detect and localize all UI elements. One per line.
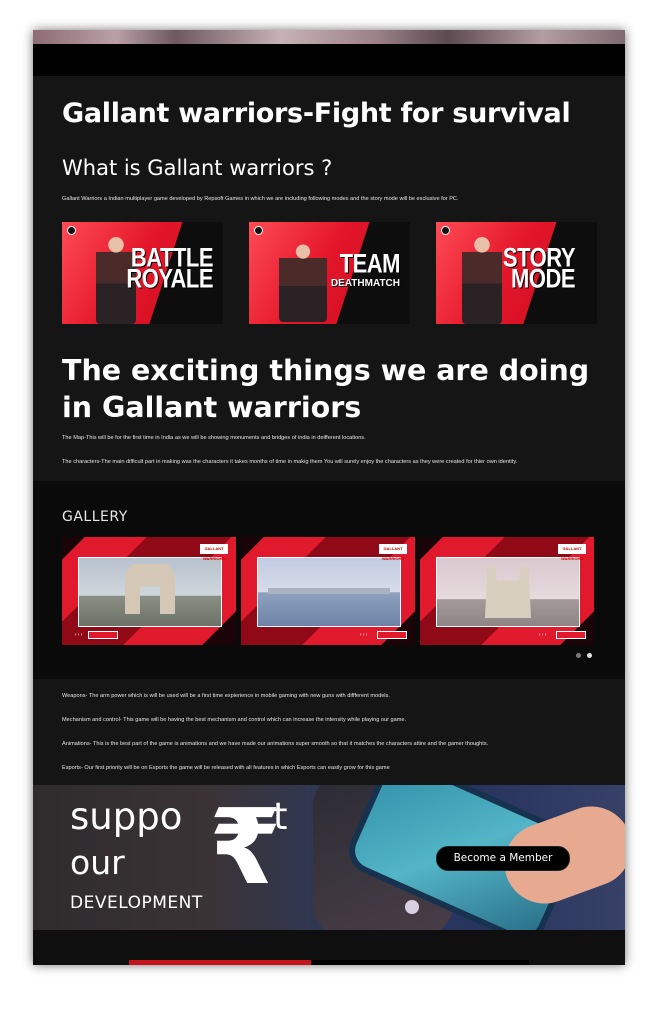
top-banner-image: [33, 30, 625, 44]
footer: [33, 930, 625, 965]
page: Gallant warriors-Fight for survival What…: [33, 30, 625, 965]
support-word-development: DEVELOPMENT: [70, 893, 203, 913]
charminar-monument: [485, 564, 531, 618]
feature-mechanism: Mechanism and control- This game will be…: [62, 717, 407, 723]
mode-logo-icon: [254, 226, 263, 235]
gallery-title: GALLERY: [62, 509, 128, 525]
become-member-button[interactable]: Become a Member: [436, 846, 570, 871]
slide-screen: [78, 557, 222, 627]
india-gate-monument: [125, 564, 175, 614]
heart-icon: [405, 900, 419, 914]
slide-screen: [257, 557, 401, 627]
mode-title-sub: DEATHMATCH: [330, 277, 400, 289]
support-word-our: our: [70, 843, 125, 882]
mode-card-team-deathmatch[interactable]: TEAM DEATHMATCH: [249, 222, 410, 324]
mode-title-line1: TEAM: [339, 248, 401, 279]
about-heading: What is Gallant warriors ?: [62, 156, 333, 180]
gallery-slide[interactable]: GALLANT WARRIORS ›››: [241, 537, 415, 645]
mode-logo-icon: [67, 226, 76, 235]
support-word-part1: suppo: [70, 795, 183, 838]
feature-characters: The characters-The main difficult part i…: [62, 459, 518, 465]
slide-button: [377, 631, 407, 639]
carousel-dots: [576, 653, 592, 658]
slide-button: [88, 631, 118, 639]
mode-title-line2: ROYALE: [126, 263, 213, 294]
gallery-section: GALLERY GALLANT WARRIORS ››› GALLANT WAR…: [33, 481, 625, 679]
rupee-icon: ₹: [209, 786, 282, 908]
character-figure: [462, 234, 502, 324]
arrows-icon: ›››: [359, 632, 369, 638]
slide-button: [556, 631, 586, 639]
mode-title-line2: MODE: [511, 263, 576, 294]
slide-logo: GALLANT WARRIORS: [379, 544, 407, 561]
gallery-slide[interactable]: GALLANT WARRIORS ›››: [420, 537, 594, 645]
carousel-dot-active[interactable]: [587, 653, 592, 658]
bridge-monument: [268, 588, 390, 594]
arrows-icon: ›››: [74, 632, 84, 638]
feature-animations: Animations- This is the best part of the…: [62, 741, 489, 747]
gallery-slide[interactable]: GALLANT WARRIORS ›››: [62, 537, 236, 645]
mode-title: STORY MODE: [503, 244, 576, 294]
page-title: Gallant warriors-Fight for survival: [62, 98, 571, 129]
support-banner: suppo t our DEVELOPMENT ₹ Become a Membe…: [33, 785, 625, 930]
about-text: Gallant Warriors a Indian multiplayer ga…: [62, 196, 459, 202]
features-heading: The exciting things we are doing in Gall…: [62, 354, 590, 424]
feature-esports: Esports- Our first priority will be on E…: [62, 765, 390, 771]
slide-logo: GALLANT WARRIORS: [558, 544, 586, 561]
footer-accent-bar: [129, 960, 311, 965]
feature-map: The Map-This will be for the first time …: [62, 435, 366, 441]
about-section: Gallant warriors-Fight for survival What…: [33, 76, 625, 481]
slide-logo: GALLANT WARRIORS: [200, 544, 228, 561]
carousel-dot[interactable]: [576, 653, 581, 658]
nav-band: [33, 44, 625, 76]
mode-title: TEAM DEATHMATCH: [330, 248, 401, 289]
slide-screen: [436, 557, 580, 627]
more-features-section: Weapons- The arm power which is will be …: [33, 679, 625, 785]
arrows-icon: ›››: [538, 632, 548, 638]
mode-title: BATTLE ROYALE: [126, 244, 213, 294]
mode-logo-icon: [441, 226, 450, 235]
character-figure: [279, 242, 327, 322]
mode-card-story-mode[interactable]: STORY MODE: [436, 222, 597, 324]
mode-card-battle-royale[interactable]: BATTLE ROYALE: [62, 222, 223, 324]
footer-bar: [311, 960, 529, 965]
feature-weapons: Weapons- The arm power which is will be …: [62, 693, 390, 699]
